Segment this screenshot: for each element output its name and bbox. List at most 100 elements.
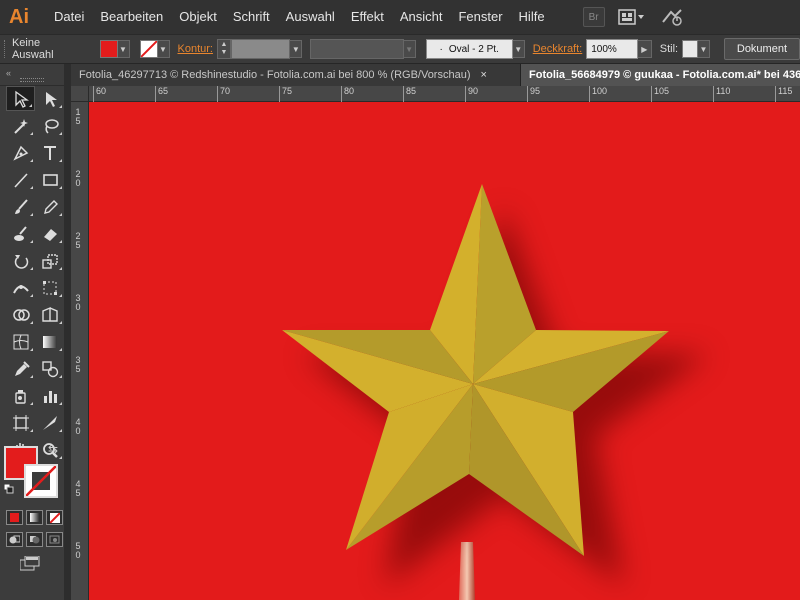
color-mode-button[interactable] <box>6 510 23 525</box>
column-graph-tool[interactable] <box>35 383 64 408</box>
free-transform-tool[interactable] <box>35 275 64 300</box>
panel-grip[interactable] <box>4 40 8 58</box>
chevron-down-icon[interactable]: ▼ <box>512 40 525 58</box>
artboard-icon <box>12 414 29 431</box>
brush-definition-field[interactable]: · Oval - 2 Pt. <box>425 39 513 59</box>
line-tool[interactable] <box>6 167 35 192</box>
menu-datei[interactable]: Datei <box>46 0 92 34</box>
direct-selection-tool[interactable] <box>35 86 64 111</box>
ruler-origin[interactable] <box>71 86 89 102</box>
gradient-tool[interactable] <box>35 329 64 354</box>
rotate-icon <box>14 254 28 269</box>
tool-row <box>0 194 69 221</box>
sync-settings-icon[interactable] <box>659 7 687 27</box>
stroke-weight-field[interactable] <box>230 39 291 59</box>
menu-ansicht[interactable]: Ansicht <box>392 0 451 34</box>
tab-document-2[interactable]: Fotolia_56684979 © guukaa - Fotolia.com.… <box>521 64 800 86</box>
ruler-tick-label: 110 <box>713 86 730 102</box>
menu-auswahl[interactable]: Auswahl <box>278 0 343 34</box>
menu-effekt[interactable]: Effekt <box>343 0 392 34</box>
ruler-tick-label: 90 <box>465 86 478 102</box>
stroke-color-well[interactable] <box>24 464 58 498</box>
swap-fill-stroke-icon[interactable]: ⇆ <box>48 442 58 456</box>
stroke-label[interactable]: Kontur: <box>178 43 213 55</box>
fill-color-dropdown[interactable]: ▼ <box>99 39 130 59</box>
eyedropper-tool[interactable] <box>6 356 35 381</box>
none-mode-button[interactable] <box>46 510 63 525</box>
tool-row <box>0 410 69 437</box>
horizontal-ruler[interactable]: 60 65 70 75 80 85 90 95 100 105 110 115 <box>89 86 800 102</box>
draw-behind-button[interactable] <box>26 532 43 547</box>
pencil-tool[interactable] <box>35 194 64 219</box>
ruler-tick-label: 65 <box>155 86 168 102</box>
draw-inside-button[interactable] <box>46 532 63 547</box>
selection-tool[interactable] <box>6 86 35 111</box>
tool-row <box>0 302 69 329</box>
mesh-tool[interactable] <box>6 329 35 354</box>
direct-selection-icon <box>45 91 57 107</box>
default-colors-icon[interactable] <box>4 484 14 494</box>
collapse-icon[interactable]: « <box>6 68 11 78</box>
eraser-icon <box>43 228 57 241</box>
width-tool[interactable] <box>6 275 35 300</box>
bridge-button[interactable]: Br <box>582 7 605 27</box>
ruler-tick-label: 2 0 <box>75 169 81 188</box>
variable-width-profile[interactable] <box>310 39 404 59</box>
stroke-weight-stepper[interactable]: ▲ ▼ <box>216 39 231 59</box>
stroke-color-dropdown[interactable]: ▼ <box>139 39 170 59</box>
gradient-mode-button[interactable] <box>26 510 43 525</box>
perspective-grid-tool[interactable] <box>35 302 64 327</box>
ruler-tick-label: 3 5 <box>75 355 81 374</box>
shape-builder-tool[interactable] <box>6 302 35 327</box>
ruler-tick-label: 100 <box>589 86 607 102</box>
rotate-tool[interactable] <box>6 248 35 273</box>
document-tabs: Fotolia_46297713 © Redshinestudio - Foto… <box>71 64 800 86</box>
document-setup-button[interactable]: Dokument <box>723 38 800 60</box>
blob-brush-icon <box>13 225 27 241</box>
menu-fenster[interactable]: Fenster <box>450 0 510 34</box>
eraser-tool[interactable] <box>35 221 64 246</box>
menu-hilfe[interactable]: Hilfe <box>511 0 553 34</box>
magic-wand-tool[interactable] <box>6 113 35 138</box>
close-icon[interactable]: × <box>481 69 487 81</box>
pen-tool[interactable] <box>6 140 35 165</box>
opacity-field[interactable]: 100% <box>586 39 638 59</box>
symbol-sprayer-tool[interactable] <box>6 383 35 408</box>
tab-document-1[interactable]: Fotolia_46297713 © Redshinestudio - Foto… <box>71 64 521 86</box>
lasso-icon <box>44 118 59 134</box>
chevron-down-icon[interactable]: ▼ <box>403 40 416 58</box>
chevron-down-icon[interactable]: ▼ <box>697 40 710 58</box>
blend-tool[interactable] <box>35 356 64 381</box>
tool-row <box>0 383 69 410</box>
tools-panel: « ⇆ <box>0 64 70 600</box>
type-tool[interactable] <box>35 140 64 165</box>
menu-schrift[interactable]: Schrift <box>225 0 278 34</box>
ruler-tick-label: 105 <box>651 86 669 102</box>
vertical-ruler[interactable]: 1 5 2 0 2 5 3 0 3 5 4 0 4 5 5 0 <box>71 102 89 600</box>
menu-objekt[interactable]: Objekt <box>171 0 225 34</box>
chevron-right-icon[interactable]: ▶ <box>637 40 652 58</box>
opacity-label[interactable]: Deckkraft: <box>533 43 583 55</box>
menu-bearbeiten[interactable]: Bearbeiten <box>92 0 171 34</box>
arrange-documents-icon[interactable] <box>617 7 647 27</box>
tools-panel-header[interactable]: « <box>0 64 69 86</box>
blob-brush-tool[interactable] <box>6 221 35 246</box>
chevron-down-icon[interactable]: ▼ <box>290 40 303 58</box>
artboard-canvas[interactable] <box>89 102 800 600</box>
paintbrush-tool[interactable] <box>6 194 35 219</box>
shape-builder-icon <box>12 308 30 321</box>
scale-tool[interactable] <box>35 248 64 273</box>
tool-row <box>0 113 69 140</box>
rectangle-tool[interactable] <box>35 167 64 192</box>
draw-normal-button[interactable] <box>6 532 23 547</box>
magic-wand-icon <box>13 118 28 134</box>
lasso-tool[interactable] <box>35 113 64 138</box>
slice-tool[interactable] <box>35 410 64 435</box>
ruler-tick-label: 95 <box>527 86 540 102</box>
artboard-tool[interactable] <box>6 410 35 435</box>
graphic-style-swatch[interactable] <box>682 40 698 58</box>
screen-mode-button[interactable] <box>19 555 42 572</box>
panel-divider <box>64 64 71 600</box>
ornament-stem <box>459 542 475 600</box>
tool-row <box>0 329 69 356</box>
